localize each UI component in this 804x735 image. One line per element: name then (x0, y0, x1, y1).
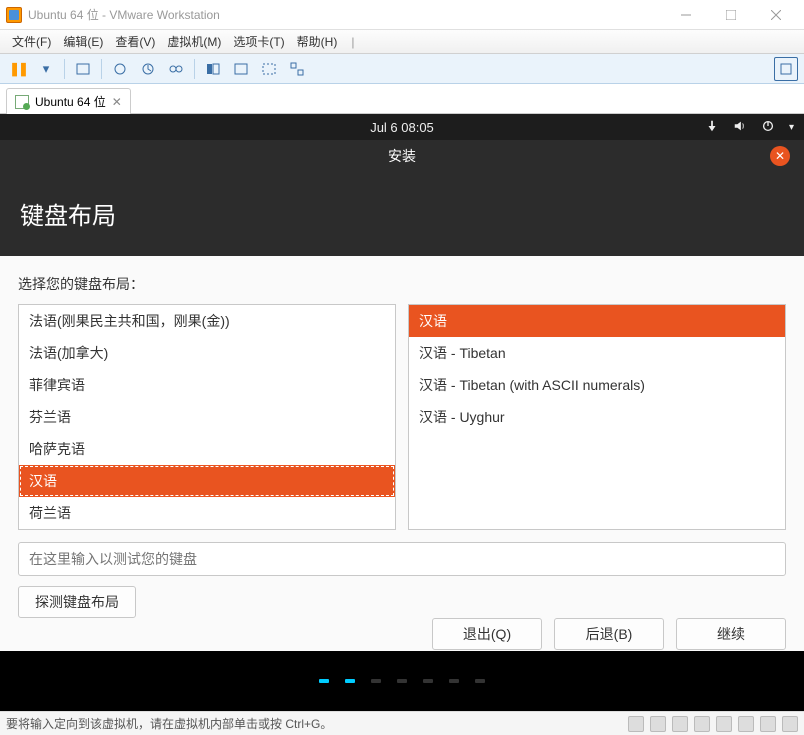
console-view-icon[interactable] (285, 57, 309, 81)
disk-icon[interactable] (628, 716, 644, 732)
vmware-titlebar: Ubuntu 64 位 - VMware Workstation (0, 0, 804, 30)
language-list-item[interactable]: 黑山语 (19, 529, 395, 530)
continue-button[interactable]: 继续 (676, 618, 786, 650)
installer-window-title: 安装 (0, 140, 804, 166)
status-hint: 要将输入定向到该虚拟机，请在虚拟机内部单击或按 Ctrl+G。 (6, 715, 628, 732)
menu-help[interactable]: 帮助(H) (291, 33, 344, 50)
vmware-statusbar: 要将输入定向到该虚拟机，请在虚拟机内部单击或按 Ctrl+G。 (0, 711, 804, 735)
window-title: Ubuntu 64 位 - VMware Workstation (28, 6, 663, 23)
dot (449, 679, 459, 683)
vm-display[interactable]: Jul 6 08:05 ▾ 安装 ✕ 键盘布局 选择您的键盘布局： 法语(刚果民… (0, 114, 804, 711)
language-list-item[interactable]: 汉语 (19, 465, 395, 497)
dot (397, 679, 407, 683)
menu-view[interactable]: 查看(V) (109, 33, 161, 50)
menu-file[interactable]: 文件(F) (6, 33, 57, 50)
keyboard-variant-list[interactable]: 汉语汉语 - Tibetan汉语 - Tibetan (with ASCII n… (408, 304, 786, 530)
menu-tabs[interactable]: 选项卡(T) (227, 33, 290, 50)
power-icon[interactable] (761, 119, 775, 136)
variant-list-item[interactable]: 汉语 (409, 305, 785, 337)
installer-content: 选择您的键盘布局： 法语(刚果民主共和国，刚果(金))法语(加拿大)菲律宾语芬兰… (0, 256, 804, 651)
dot (423, 679, 433, 683)
dot (475, 679, 485, 683)
network-adapter-icon[interactable] (672, 716, 688, 732)
menu-edit[interactable]: 编辑(E) (57, 33, 109, 50)
unity-icon[interactable] (257, 57, 281, 81)
vm-dropdown-icon[interactable]: ▾ (34, 57, 58, 81)
printer-icon[interactable] (738, 716, 754, 732)
pause-vm-button[interactable]: ❚❚ (6, 57, 30, 81)
variant-list-item[interactable]: 汉语 - Uyghur (409, 401, 785, 433)
chevron-down-icon[interactable]: ▾ (789, 122, 794, 133)
language-list-item[interactable]: 荷兰语 (19, 497, 395, 529)
installer-close-button[interactable]: ✕ (770, 146, 790, 166)
page-title: 键盘布局 (0, 166, 804, 231)
fit-guest-icon[interactable] (201, 57, 225, 81)
language-list-item[interactable]: 哈萨克语 (19, 433, 395, 465)
sound-icon[interactable] (716, 716, 732, 732)
keyboard-prompt: 选择您的键盘布局： (18, 274, 786, 294)
gnome-clock: Jul 6 08:05 (370, 120, 434, 135)
dot (345, 679, 355, 683)
language-list-item[interactable]: 法语(刚果民主共和国，刚果(金)) (19, 305, 395, 337)
dot (371, 679, 381, 683)
vmware-app-icon (6, 7, 22, 23)
language-list-item[interactable]: 法语(加拿大) (19, 337, 395, 369)
close-button[interactable] (753, 0, 798, 30)
vm-tab-label: Ubuntu 64 位 (35, 93, 106, 110)
snapshot-take-icon[interactable] (108, 57, 132, 81)
vm-tab-close-icon[interactable]: ✕ (112, 95, 122, 109)
send-ctrl-alt-del-icon[interactable] (71, 57, 95, 81)
dot (319, 679, 329, 683)
vmware-toolbar: ❚❚ ▾ (0, 54, 804, 84)
volume-icon[interactable] (733, 119, 747, 136)
keyboard-language-list[interactable]: 法语(刚果民主共和国，刚果(金))法语(加拿大)菲律宾语芬兰语哈萨克语汉语荷兰语… (18, 304, 396, 530)
vm-tab-icon (15, 95, 29, 109)
vmware-menubar: 文件(F) 编辑(E) 查看(V) 虚拟机(M) 选项卡(T) 帮助(H) | (0, 30, 804, 54)
progress-dots (0, 651, 804, 711)
installer-header: 安装 ✕ 键盘布局 (0, 140, 804, 256)
variant-list-item[interactable]: 汉语 - Tibetan (409, 337, 785, 369)
gnome-top-bar: Jul 6 08:05 ▾ (0, 114, 804, 140)
fullscreen-icon[interactable] (229, 57, 253, 81)
quit-button[interactable]: 退出(Q) (432, 618, 542, 650)
display-icon[interactable] (760, 716, 776, 732)
network-icon[interactable] (705, 119, 719, 136)
variant-list-item[interactable]: 汉语 - Tibetan (with ASCII numerals) (409, 369, 785, 401)
language-list-item[interactable]: 菲律宾语 (19, 369, 395, 401)
status-device-icons (628, 716, 798, 732)
language-list-item[interactable]: 芬兰语 (19, 401, 395, 433)
quick-switch-icon[interactable] (774, 57, 798, 81)
usb-icon[interactable] (694, 716, 710, 732)
back-button[interactable]: 后退(B) (554, 618, 664, 650)
snapshot-revert-icon[interactable] (136, 57, 160, 81)
vmware-tabstrip: Ubuntu 64 位 ✕ (0, 84, 804, 114)
maximize-button[interactable] (708, 0, 753, 30)
detect-keyboard-button[interactable]: 探测键盘布局 (18, 586, 136, 618)
vm-tab[interactable]: Ubuntu 64 位 ✕ (6, 88, 131, 114)
cdrom-icon[interactable] (650, 716, 666, 732)
menu-vm[interactable]: 虚拟机(M) (161, 33, 227, 50)
snapshot-manager-icon[interactable] (164, 57, 188, 81)
minimize-button[interactable] (663, 0, 708, 30)
keyboard-test-input[interactable] (18, 542, 786, 576)
message-icon[interactable] (782, 716, 798, 732)
